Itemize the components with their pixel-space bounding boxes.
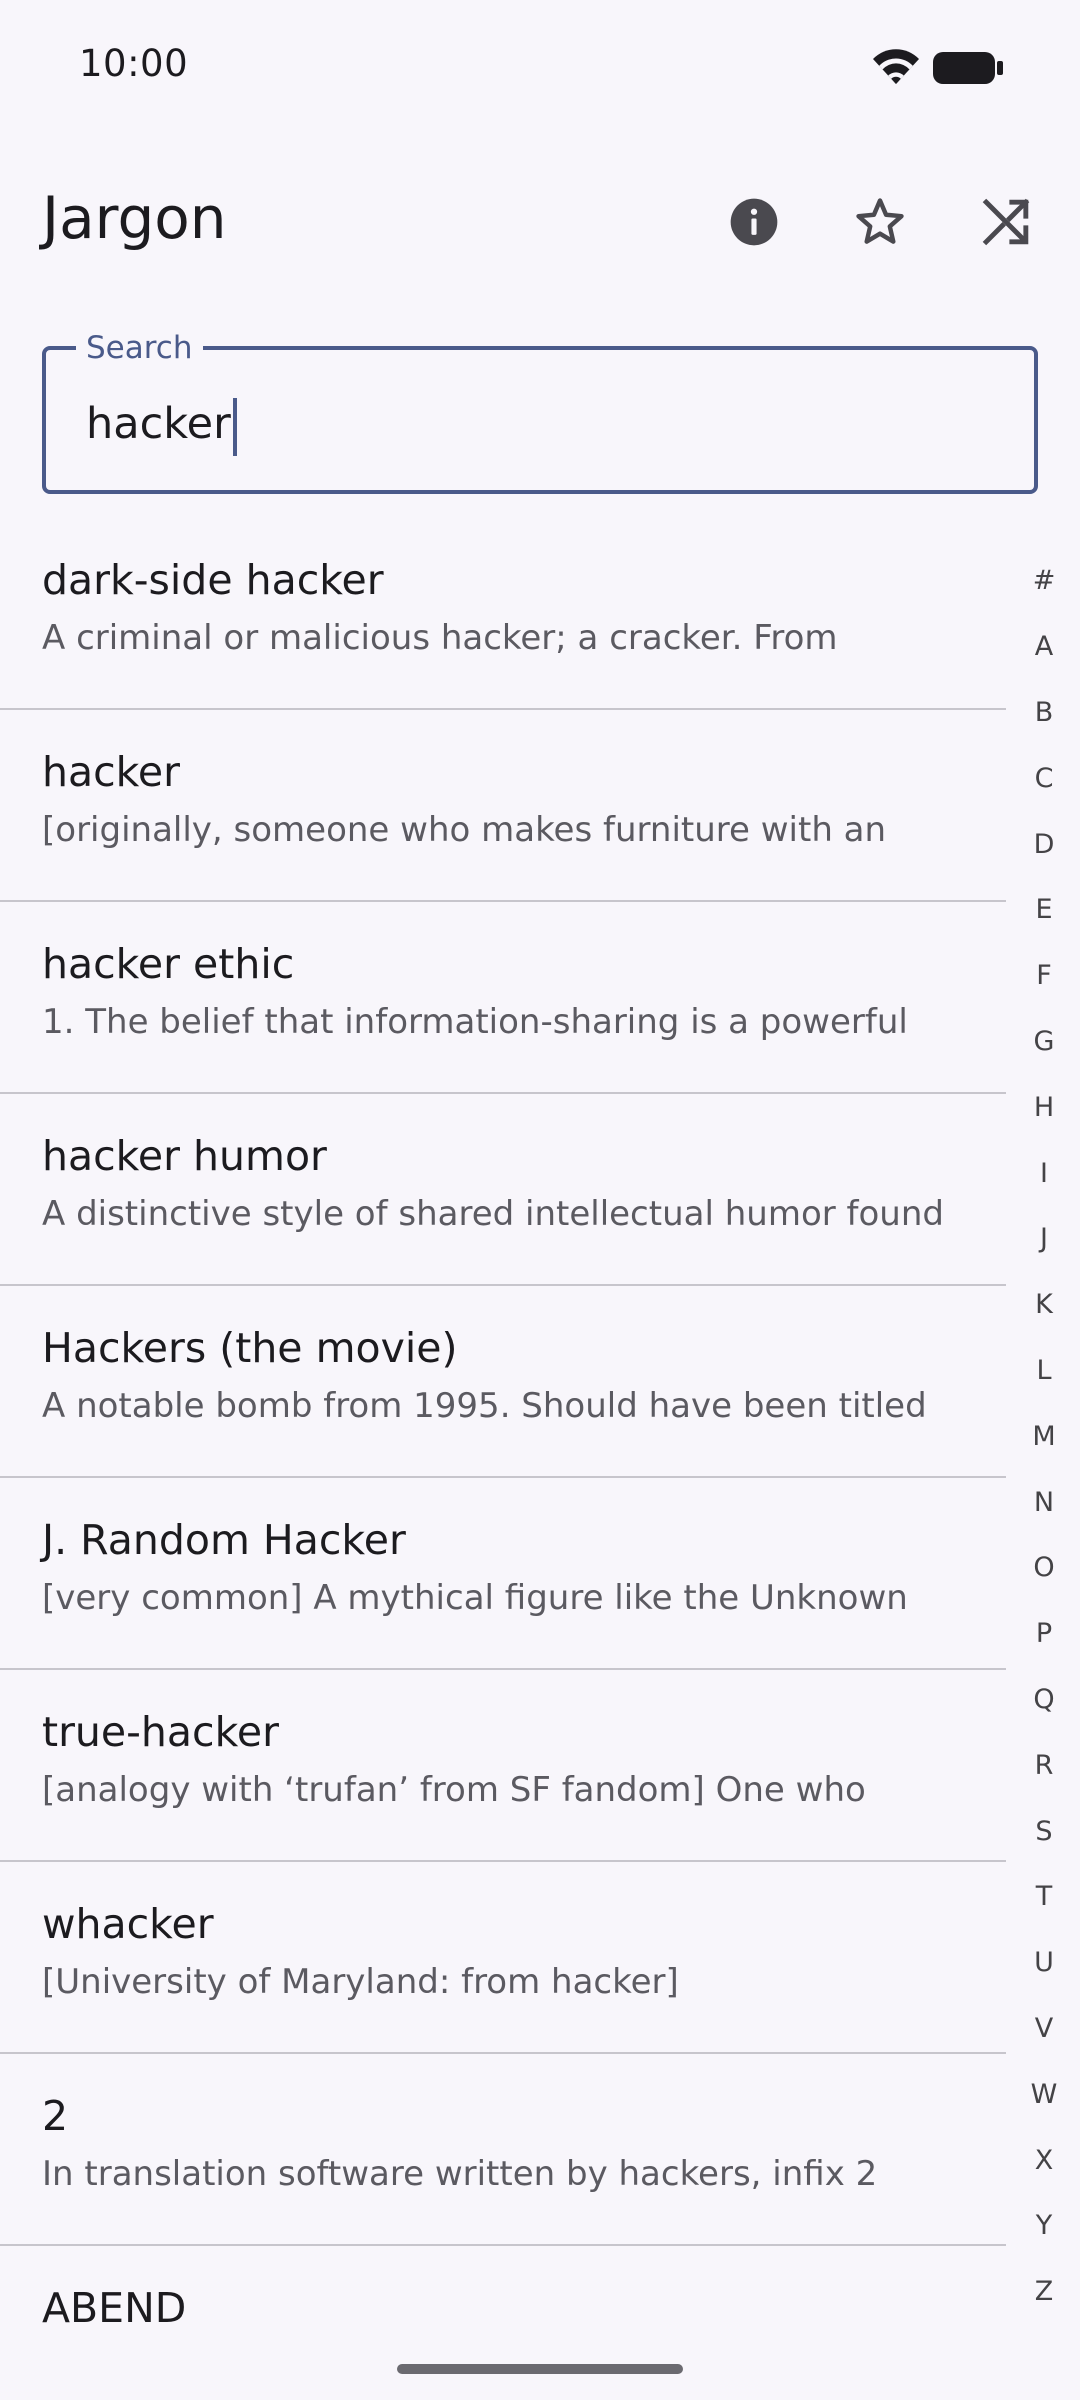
list-item[interactable]: true-hacker [analogy with ‘trufan’ from … (0, 1670, 1006, 1862)
item-description: A criminal or malicious hacker; a cracke… (42, 618, 838, 658)
index-letter[interactable]: C (1018, 745, 1070, 811)
index-letter[interactable]: I (1018, 1140, 1070, 1206)
app-bar: Jargon (0, 160, 1080, 280)
item-description: [very common] A mythical figure like the… (42, 1578, 908, 1618)
list-item[interactable]: dark-side hacker A criminal or malicious… (0, 518, 1006, 710)
list-item[interactable]: whacker [University of Maryland: from ha… (0, 1862, 1006, 2054)
search-label: Search (76, 328, 203, 368)
search-input[interactable]: Search hacker (42, 328, 1038, 494)
item-description: 1. The belief that information-sharing i… (42, 1002, 908, 1042)
index-letter[interactable]: G (1018, 1009, 1070, 1075)
item-description: [University of Maryland: from hacker] (42, 1962, 679, 2002)
index-letter[interactable]: S (1018, 1798, 1070, 1864)
info-button[interactable] (712, 180, 796, 264)
index-letter[interactable]: L (1018, 1338, 1070, 1404)
alphabet-index[interactable]: # A B C D E F G H I J K L M N O P Q R S T U V W X Y Z (1018, 548, 1070, 2325)
index-letter[interactable]: F (1018, 943, 1070, 1009)
search-value-wrap: hacker (86, 396, 237, 456)
index-letter[interactable]: # (1018, 548, 1070, 614)
item-description: In translation software written by hacke… (42, 2154, 878, 2194)
index-letter[interactable]: Y (1018, 2193, 1070, 2259)
item-title: dark-side hacker (42, 556, 384, 604)
index-letter[interactable]: V (1018, 1996, 1070, 2062)
index-letter[interactable]: H (1018, 1074, 1070, 1140)
home-indicator[interactable] (397, 2364, 683, 2374)
index-letter[interactable]: U (1018, 1930, 1070, 1996)
index-letter[interactable]: D (1018, 811, 1070, 877)
index-letter[interactable]: P (1018, 1601, 1070, 1667)
index-letter[interactable]: N (1018, 1469, 1070, 1535)
list-item[interactable]: ABEND (0, 2246, 1006, 2400)
item-description: [analogy with ‘trufan’ from SF fandom] O… (42, 1770, 866, 1810)
list-item[interactable]: J. Random Hacker [very common] A mythica… (0, 1478, 1006, 1670)
item-title: Hackers (the movie) (42, 1324, 458, 1372)
index-letter[interactable]: K (1018, 1272, 1070, 1338)
list-item[interactable]: hacker humor A distinctive style of shar… (0, 1094, 1006, 1286)
item-title: hacker humor (42, 1132, 327, 1180)
app-title: Jargon (42, 184, 227, 252)
status-time: 10:00 (79, 42, 189, 85)
index-letter[interactable]: Q (1018, 1667, 1070, 1733)
favorites-button[interactable] (838, 180, 922, 264)
star-outline-icon (856, 198, 904, 244)
battery-icon (933, 52, 1003, 84)
list-item[interactable]: hacker [originally, someone who makes fu… (0, 710, 1006, 902)
info-icon (730, 198, 778, 246)
results-list: dark-side hacker A criminal or malicious… (0, 518, 1006, 2400)
item-title: 2 (42, 2092, 69, 2140)
list-item[interactable]: Hackers (the movie) A notable bomb from … (0, 1286, 1006, 1478)
item-description: [originally, someone who makes furniture… (42, 810, 887, 850)
search-container: Search hacker (42, 328, 1038, 494)
item-description: A notable bomb from 1995. Should have be… (42, 1386, 927, 1426)
index-letter[interactable]: B (1018, 680, 1070, 746)
item-title: whacker (42, 1900, 214, 1948)
item-title: true-hacker (42, 1708, 279, 1756)
random-button[interactable] (964, 180, 1048, 264)
list-item[interactable]: hacker ethic 1. The belief that informat… (0, 902, 1006, 1094)
text-caret (232, 397, 237, 456)
item-title: J. Random Hacker (42, 1516, 406, 1564)
index-letter[interactable]: M (1018, 1403, 1070, 1469)
item-title: hacker (42, 748, 181, 796)
index-letter[interactable]: X (1018, 2127, 1070, 2193)
index-letter[interactable]: J (1018, 1206, 1070, 1272)
item-title: hacker ethic (42, 940, 295, 988)
index-letter[interactable]: W (1018, 2061, 1070, 2127)
screen: 10:00 Jargon Search hacker dark-side hac… (0, 0, 1080, 2400)
item-title: ABEND (42, 2284, 187, 2332)
index-letter[interactable]: R (1018, 1732, 1070, 1798)
list-item[interactable]: 2 In translation software written by hac… (0, 2054, 1006, 2246)
shuffle-icon (982, 198, 1030, 246)
item-description: A distinctive style of shared intellectu… (42, 1194, 944, 1234)
index-letter[interactable]: Z (1018, 2259, 1070, 2325)
search-value: hacker (86, 399, 231, 449)
index-letter[interactable]: E (1018, 877, 1070, 943)
index-letter[interactable]: O (1018, 1535, 1070, 1601)
index-letter[interactable]: A (1018, 614, 1070, 680)
index-letter[interactable]: T (1018, 1864, 1070, 1930)
wifi-icon (873, 49, 919, 84)
status-bar: 10:00 (0, 0, 1080, 132)
